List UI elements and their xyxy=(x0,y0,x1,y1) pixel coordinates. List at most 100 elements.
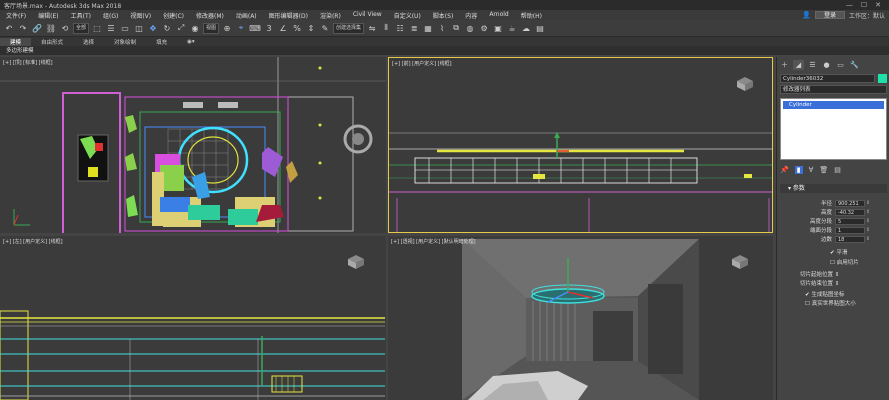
curve-editor-icon[interactable]: ⌇ xyxy=(436,22,448,34)
spinner-snap-icon[interactable]: ⇕ xyxy=(305,22,317,34)
select-rotate-icon[interactable]: ↻ xyxy=(161,22,173,34)
menu-item[interactable]: 脚本(S) xyxy=(427,11,460,20)
a360-icon[interactable]: ▤ xyxy=(534,22,546,34)
motion-tab-icon[interactable]: ● xyxy=(821,60,832,70)
display-tab-icon[interactable]: ▭ xyxy=(835,60,846,70)
schematic-view-icon[interactable]: ⧉ xyxy=(450,22,462,34)
menu-item[interactable]: 文件(F) xyxy=(0,11,32,20)
pin-stack-icon[interactable]: 📌 xyxy=(780,166,789,174)
pivot-center-icon[interactable]: ⊕ xyxy=(221,22,233,34)
rect-select-icon[interactable]: ▭ xyxy=(119,22,131,34)
menu-item[interactable]: 视图(V) xyxy=(124,11,157,20)
object-color-swatch[interactable] xyxy=(878,74,887,83)
modifier-list-dropdown[interactable]: 修改器列表 xyxy=(780,85,887,94)
material-editor-icon[interactable]: ◍ xyxy=(464,22,476,34)
utilities-tab-icon[interactable]: 🔧 xyxy=(849,60,860,70)
viewport-perspective[interactable]: [+] [透视] [用户定义] [默认明暗处理] xyxy=(388,236,773,400)
viewport-front[interactable]: [+] [前] [用户定义] [线框] xyxy=(388,57,773,233)
render-cloud-icon[interactable]: ☁ xyxy=(520,22,532,34)
user-icon[interactable]: 👤 xyxy=(802,11,811,19)
spinner-icon[interactable]: ⇕ xyxy=(835,281,840,287)
slice-on-checkbox[interactable]: ☐ 启用切片 xyxy=(780,258,887,266)
scene-explorer-icon[interactable]: ☷ xyxy=(394,22,406,34)
place-icon[interactable]: ◉ xyxy=(189,22,201,34)
spinner-icon[interactable]: ⇕ xyxy=(865,209,870,215)
viewport-label-perspective[interactable]: [+] [透视] [用户定义] [默认明暗处理] xyxy=(391,238,476,245)
select-object-icon[interactable]: ⬚ xyxy=(91,22,103,34)
angle-snap-icon[interactable]: ∠ xyxy=(277,22,289,34)
menu-item[interactable]: 创建(C) xyxy=(157,11,190,20)
spinner-icon[interactable]: ⇕ xyxy=(835,272,840,278)
ribbon-tab[interactable]: 建模 xyxy=(0,37,32,46)
window-crossing-icon[interactable]: ◫ xyxy=(133,22,145,34)
close-icon[interactable]: ✕ xyxy=(875,1,881,9)
spinner-icon[interactable]: ⇕ xyxy=(865,218,870,224)
layer-explorer-icon[interactable]: ≣ xyxy=(408,22,420,34)
keyboard-shortcut-icon[interactable]: ⌨ xyxy=(249,22,261,34)
redo-icon[interactable]: ↷ xyxy=(17,22,29,34)
ref-coord-dropdown[interactable]: 视图 xyxy=(203,22,220,34)
sub-ribbon-title[interactable]: 多边形建模 xyxy=(0,48,34,54)
menu-item[interactable]: 帮助(H) xyxy=(515,11,548,20)
ribbon-tab[interactable]: 填充 xyxy=(146,38,177,46)
menu-item[interactable]: 编辑(E) xyxy=(32,11,64,20)
viewport-top[interactable]: [+] [顶] [标准] [线框] xyxy=(0,57,386,233)
menu-item[interactable]: 修改器(M) xyxy=(190,11,230,20)
menu-item[interactable]: 动画(A) xyxy=(230,11,263,20)
named-selection-icon[interactable]: ✎ xyxy=(319,22,331,34)
named-selection-dropdown[interactable]: 创建选择集 xyxy=(333,22,365,34)
menu-item[interactable]: Arnold xyxy=(483,11,514,20)
maximize-icon[interactable]: ☐ xyxy=(861,1,867,9)
select-move-icon[interactable]: ✥ xyxy=(147,22,159,34)
workspace-label[interactable]: 工作区：默认 xyxy=(849,11,885,20)
menu-item[interactable]: Civil View xyxy=(347,11,388,20)
menu-item[interactable]: 工具(T) xyxy=(65,11,97,20)
snaps-toggle-icon[interactable]: 3 xyxy=(263,22,275,34)
gen-mapping-checkbox[interactable]: ✔ 生成贴图坐标 xyxy=(780,290,887,298)
create-tab-icon[interactable]: ＋ xyxy=(779,60,790,70)
viewport-label-top[interactable]: [+] [顶] [标准] [线框] xyxy=(3,59,53,66)
mirror-icon[interactable]: ⇋ xyxy=(366,22,378,34)
menu-item[interactable]: 自定义(U) xyxy=(388,11,427,20)
login-dropdown[interactable]: 登录 xyxy=(814,11,845,19)
spinner-icon[interactable]: ⇕ xyxy=(865,227,870,233)
configure-sets-icon[interactable]: ▤ xyxy=(834,166,841,174)
ribbon-tab[interactable]: 自由形式 xyxy=(31,38,73,46)
menu-item[interactable]: 组(G) xyxy=(97,11,124,20)
parameters-rollout[interactable]: ▾ 参数 xyxy=(780,184,887,193)
toggle-ribbon-icon[interactable]: ▦ xyxy=(422,22,434,34)
ribbon-tab[interactable]: 选择 xyxy=(73,38,104,46)
spinner-icon[interactable]: ⇕ xyxy=(865,200,870,206)
rendered-frame-icon[interactable]: ▣ xyxy=(492,22,504,34)
object-name-field[interactable]: Cylinder36032 xyxy=(780,74,875,83)
viewport-left[interactable]: [+] [左] [用户定义] [线框] xyxy=(0,236,386,400)
link-icon[interactable]: 🔗 xyxy=(31,22,43,34)
undo-icon[interactable]: ↶ xyxy=(3,22,15,34)
menu-item[interactable]: 内容 xyxy=(459,11,483,20)
select-scale-icon[interactable]: ⤢ xyxy=(175,22,187,34)
align-icon[interactable]: ⫴ xyxy=(380,22,392,34)
remove-modifier-icon[interactable]: 🗑 xyxy=(819,166,828,174)
bind-space-warp-icon[interactable]: ⟲ xyxy=(59,22,71,34)
render-setup-icon[interactable]: ⚙ xyxy=(478,22,490,34)
minimize-icon[interactable]: — xyxy=(846,1,853,9)
menu-item[interactable]: 图形编辑器(D) xyxy=(263,11,314,20)
stack-item-cylinder[interactable]: Cylinder xyxy=(783,101,884,109)
select-by-name-icon[interactable]: ☰ xyxy=(105,22,117,34)
hierarchy-tab-icon[interactable]: ☰ xyxy=(807,60,818,70)
select-manipulate-icon[interactable]: ⌖ xyxy=(235,22,247,34)
percent-snap-icon[interactable]: % xyxy=(291,22,303,34)
viewport-label-front[interactable]: [+] [前] [用户定义] [线框] xyxy=(392,60,452,67)
show-end-result-icon[interactable]: ▮ xyxy=(794,166,803,174)
unlink-icon[interactable]: ⛓ xyxy=(45,22,57,34)
real-world-map-checkbox[interactable]: ☐ 真实世界贴图大小 xyxy=(780,299,887,307)
smooth-checkbox[interactable]: ✔ 平滑 xyxy=(780,248,887,256)
make-unique-icon[interactable]: ∀ xyxy=(809,166,814,174)
selection-filter-dropdown[interactable]: 全部 xyxy=(73,22,90,34)
render-icon[interactable]: ☕ xyxy=(506,22,518,34)
modify-tab-icon[interactable]: ◢ xyxy=(793,60,804,70)
ribbon-tab[interactable]: 对象绘制 xyxy=(104,38,146,46)
ribbon-options-icon[interactable]: ◉▾ xyxy=(177,39,205,45)
menu-item[interactable]: 渲染(R) xyxy=(314,11,347,20)
spinner-icon[interactable]: ⇕ xyxy=(865,236,870,242)
